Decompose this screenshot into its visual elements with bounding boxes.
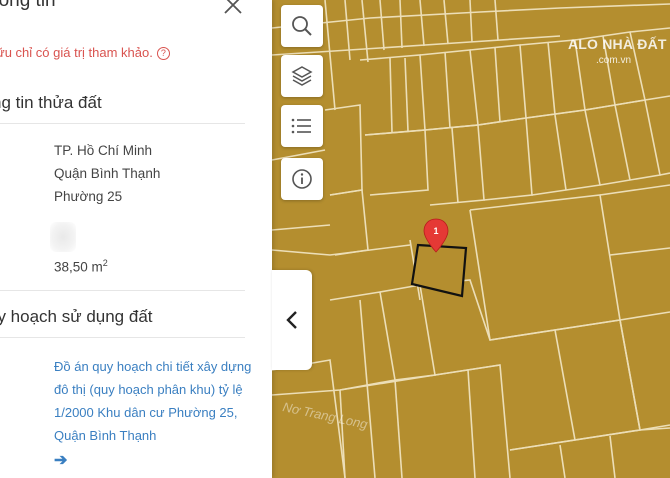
area-value: 38,50 m2 — [54, 258, 108, 275]
chevron-left-icon — [286, 311, 297, 329]
planning-link[interactable]: Đồ án quy hoạch chi tiết xây dựng đô thị… — [54, 355, 254, 447]
panel-title: hông tin — [0, 0, 56, 11]
ward-value: Phường 25 — [54, 189, 123, 204]
info-icon — [292, 169, 312, 189]
pin-label: 1 — [433, 226, 438, 236]
list-button[interactable] — [281, 105, 323, 147]
divider — [0, 123, 245, 124]
notice-text: ữu chỉ có giá trị tham khảo. — [0, 45, 153, 60]
reference-notice: ữu chỉ có giá trị tham khảo.? — [0, 45, 170, 60]
brand-name: ALO NHÀ ĐẤT — [568, 36, 667, 52]
info-button[interactable] — [281, 158, 323, 200]
app-root: 1 Nơ Trang Long ALO NHÀ ĐẤT .com.vn hông… — [0, 0, 670, 478]
area-unit: 2 — [102, 258, 108, 268]
collapse-panel-button[interactable] — [272, 270, 312, 370]
area-number: 38,50 m — [54, 259, 103, 275]
help-icon[interactable]: ? — [156, 47, 170, 60]
brand-domain: .com.vn — [596, 55, 632, 66]
layers-icon — [291, 66, 313, 86]
info-panel: hông tin ữu chỉ có giá trị tham khảo.? n… — [0, 0, 272, 478]
planning-section-title: uy hoạch sử dụng đất — [0, 307, 153, 326]
layers-button[interactable] — [281, 55, 323, 97]
search-icon — [292, 16, 312, 36]
arrow-right-icon[interactable]: ➔ — [54, 450, 67, 470]
search-button[interactable] — [281, 5, 323, 47]
list-icon — [291, 118, 311, 134]
blurred-parcel-number — [50, 222, 76, 252]
divider — [0, 337, 245, 338]
divider — [0, 290, 245, 291]
close-icon[interactable] — [222, 0, 244, 16]
district-value: Quận Bình Thạnh — [54, 166, 161, 181]
city-value: TP. Hồ Chí Minh — [54, 143, 153, 158]
land-section-title: ng tin thửa đất — [0, 93, 102, 112]
